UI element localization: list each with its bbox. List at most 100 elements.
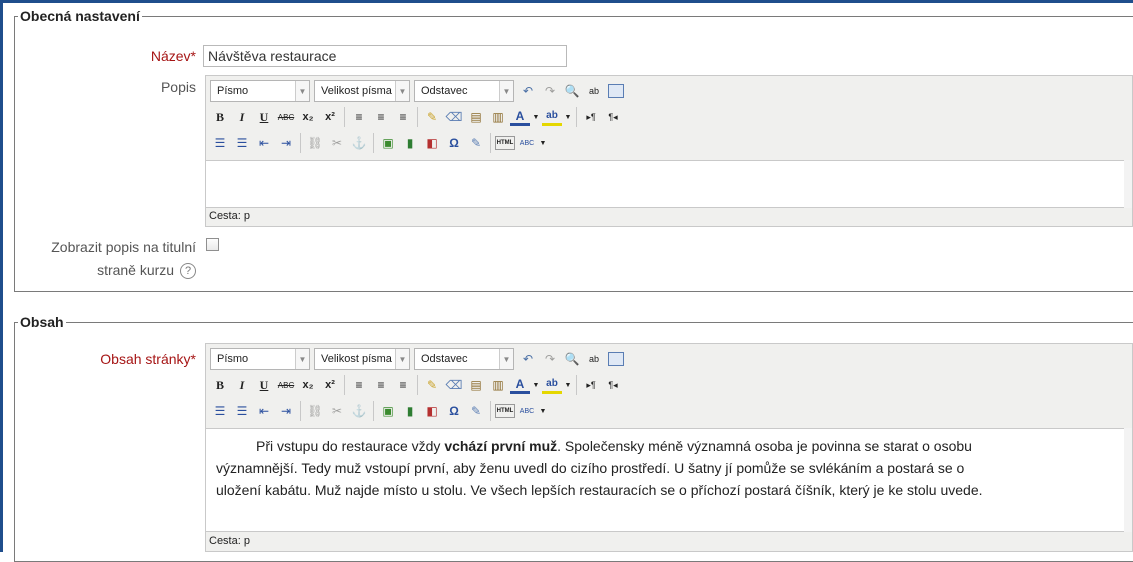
special-char-icon[interactable]: Ω xyxy=(444,401,464,421)
highlight-icon[interactable]: ab xyxy=(542,376,562,394)
chevron-down-icon[interactable]: ▼ xyxy=(564,375,572,395)
bullet-list-icon[interactable]: ☰ xyxy=(210,401,230,421)
paste-word-icon[interactable]: ▥ xyxy=(488,375,508,395)
bold-icon[interactable]: B xyxy=(210,375,230,395)
indent-icon[interactable]: ⇥ xyxy=(276,401,296,421)
align-center-icon[interactable]: ≡ xyxy=(371,375,391,395)
html-icon[interactable]: HTML xyxy=(495,136,515,150)
text-color-icon[interactable]: A xyxy=(510,376,530,394)
redo-icon[interactable]: ↷ xyxy=(540,349,560,369)
align-center-icon[interactable]: ≡ xyxy=(371,107,391,127)
find-icon[interactable]: 🔍 xyxy=(562,81,582,101)
undo-icon[interactable]: ↶ xyxy=(518,349,538,369)
media-icon[interactable]: ▮ xyxy=(400,133,420,153)
underline-icon[interactable]: U xyxy=(254,107,274,127)
font-select-value: Písmo xyxy=(217,353,249,365)
font-size-select[interactable]: Velikost písma ▼ xyxy=(314,348,410,370)
eraser-icon[interactable]: ⌫ xyxy=(444,107,464,127)
moodle-media-icon[interactable]: ◧ xyxy=(422,401,442,421)
ltr-icon[interactable]: ▸¶ xyxy=(581,375,601,395)
paste-word-icon[interactable]: ▥ xyxy=(488,107,508,127)
bullet-list-icon[interactable]: ☰ xyxy=(210,133,230,153)
numbered-list-icon[interactable]: ☰ xyxy=(232,401,252,421)
paste-text-icon[interactable]: ▤ xyxy=(466,107,486,127)
italic-icon[interactable]: I xyxy=(232,107,252,127)
subscript-icon[interactable]: x₂ xyxy=(298,375,318,395)
replace-icon[interactable]: ab xyxy=(584,349,604,369)
underline-icon[interactable]: U xyxy=(254,375,274,395)
page-content-area[interactable]: Při vstupu do restaurace vždy vchází prv… xyxy=(206,428,1132,532)
bold-icon[interactable]: B xyxy=(210,107,230,127)
moodle-media-icon[interactable]: ◧ xyxy=(422,133,442,153)
highlight-icon[interactable]: ab xyxy=(542,108,562,126)
align-right-icon[interactable]: ≡ xyxy=(393,107,413,127)
find-icon[interactable]: 🔍 xyxy=(562,349,582,369)
edit-icon[interactable]: ✎ xyxy=(466,133,486,153)
italic-icon[interactable]: I xyxy=(232,375,252,395)
content-path-bar: Cesta: p xyxy=(209,535,250,547)
fullscreen-icon[interactable] xyxy=(608,352,624,366)
eraser-icon[interactable]: ⌫ xyxy=(444,375,464,395)
subscript-icon[interactable]: x₂ xyxy=(298,107,318,127)
indent-icon[interactable]: ⇥ xyxy=(276,133,296,153)
description-scrollbar[interactable] xyxy=(1124,160,1132,208)
anchor-icon[interactable]: ⚓ xyxy=(349,401,369,421)
numbered-list-icon[interactable]: ☰ xyxy=(232,133,252,153)
font-size-select-value: Velikost písma xyxy=(321,353,392,365)
html-icon[interactable]: HTML xyxy=(495,404,515,418)
superscript-icon[interactable]: x² xyxy=(320,107,340,127)
spellcheck-icon[interactable]: ABC xyxy=(517,133,537,153)
name-input[interactable] xyxy=(203,45,567,67)
chevron-down-icon[interactable]: ▼ xyxy=(539,401,547,421)
chevron-down-icon[interactable]: ▼ xyxy=(532,107,540,127)
outdent-icon[interactable]: ⇤ xyxy=(254,133,274,153)
align-left-icon[interactable]: ≡ xyxy=(349,107,369,127)
chevron-down-icon: ▼ xyxy=(295,349,309,369)
special-char-icon[interactable]: Ω xyxy=(444,133,464,153)
redo-icon[interactable]: ↷ xyxy=(540,81,560,101)
description-content-area[interactable] xyxy=(206,160,1132,208)
image-icon[interactable]: ▣ xyxy=(378,133,398,153)
description-editor: Písmo ▼ Velikost písma ▼ Odstavec ▼ ↶ ↷ … xyxy=(205,75,1133,227)
font-size-select[interactable]: Velikost písma ▼ xyxy=(314,80,410,102)
link-icon[interactable]: ⛓ xyxy=(305,401,325,421)
chevron-down-icon[interactable]: ▼ xyxy=(539,133,547,153)
strikethrough-icon[interactable]: ABC xyxy=(276,375,296,395)
cleanup-icon[interactable]: ✎ xyxy=(422,107,442,127)
media-icon[interactable]: ▮ xyxy=(400,401,420,421)
content-paragraph: Při vstupu do restaurace vždy vchází prv… xyxy=(216,435,1118,457)
font-select[interactable]: Písmo ▼ xyxy=(210,80,310,102)
outdent-icon[interactable]: ⇤ xyxy=(254,401,274,421)
align-left-icon[interactable]: ≡ xyxy=(349,375,369,395)
format-select[interactable]: Odstavec ▼ xyxy=(414,80,514,102)
chevron-down-icon[interactable]: ▼ xyxy=(532,375,540,395)
replace-icon[interactable]: ab xyxy=(584,81,604,101)
superscript-icon[interactable]: x² xyxy=(320,375,340,395)
link-icon[interactable]: ⛓ xyxy=(305,133,325,153)
rtl-icon[interactable]: ¶◂ xyxy=(603,107,623,127)
show-description-checkbox[interactable] xyxy=(206,238,219,251)
content-scrollbar[interactable] xyxy=(1124,428,1132,532)
strikethrough-icon[interactable]: ABC xyxy=(276,107,296,127)
paste-text-icon[interactable]: ▤ xyxy=(466,375,486,395)
fullscreen-icon[interactable] xyxy=(608,84,624,98)
help-icon[interactable]: ? xyxy=(180,263,196,280)
align-right-icon[interactable]: ≡ xyxy=(393,375,413,395)
ltr-icon[interactable]: ▸¶ xyxy=(581,107,601,127)
rtl-icon[interactable]: ¶◂ xyxy=(603,375,623,395)
spellcheck-icon[interactable]: ABC xyxy=(517,401,537,421)
anchor-icon[interactable]: ⚓ xyxy=(349,133,369,153)
text-color-icon[interactable]: A xyxy=(510,108,530,126)
image-icon[interactable]: ▣ xyxy=(378,401,398,421)
undo-icon[interactable]: ↶ xyxy=(518,81,538,101)
format-select[interactable]: Odstavec ▼ xyxy=(414,348,514,370)
show-description-label: Zobrazit popis na titulní straně kurzu ? xyxy=(20,236,196,282)
font-select[interactable]: Písmo ▼ xyxy=(210,348,310,370)
content-line-3: uložení kabátu. Muž najde místo u stolu.… xyxy=(216,482,983,498)
show-description-label-line1: Zobrazit popis na titulní xyxy=(51,239,196,255)
unlink-icon[interactable]: ✂ xyxy=(327,133,347,153)
cleanup-icon[interactable]: ✎ xyxy=(422,375,442,395)
chevron-down-icon[interactable]: ▼ xyxy=(564,107,572,127)
edit-icon[interactable]: ✎ xyxy=(466,401,486,421)
unlink-icon[interactable]: ✂ xyxy=(327,401,347,421)
